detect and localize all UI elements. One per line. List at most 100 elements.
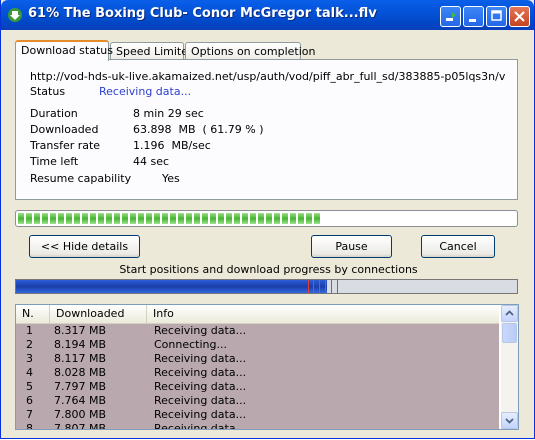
connection-row[interactable]: 7 7.800 MB Receiving data... [16, 408, 499, 422]
connections-progress-bar [15, 279, 518, 294]
maximize-button[interactable] [486, 6, 507, 27]
progress-segment [74, 213, 80, 224]
connection-row[interactable]: 4 8.028 MB Receiving data... [16, 366, 499, 380]
progress-segment [26, 213, 32, 224]
resume-capability-value: Yes [162, 172, 180, 185]
download-status-panel: http://vod-hds-uk-live.akamaized.net/usp… [15, 59, 518, 200]
progress-segment [186, 213, 192, 224]
duration-label: Duration [30, 107, 78, 120]
progress-segment [194, 213, 200, 224]
connections-progress-fill [16, 280, 327, 293]
connection-row[interactable]: 6 7.764 MB Receiving data... [16, 394, 499, 408]
progress-segment [66, 213, 72, 224]
progress-segment [298, 213, 304, 224]
connection-number: 1 [26, 324, 33, 337]
scroll-down-button[interactable] [501, 412, 518, 429]
minimize-button[interactable] [463, 6, 484, 27]
connection-number: 6 [26, 394, 33, 407]
vertical-scrollbar[interactable] [501, 305, 518, 429]
hide-details-button[interactable]: << Hide details [29, 235, 140, 258]
title-bar[interactable]: 61% The Boxing Club- Conor McGregor talk… [1, 0, 534, 30]
chevron-up-icon [505, 310, 514, 316]
connection-marker [308, 280, 309, 293]
connection-info: Receiving data... [154, 366, 247, 379]
connection-downloaded: 8.028 MB [54, 366, 107, 379]
downloaded-label: Downloaded [30, 123, 99, 136]
progress-segment [130, 213, 136, 224]
progress-segment [34, 213, 40, 224]
column-header-info[interactable]: Info [147, 305, 499, 323]
progress-segment [106, 213, 112, 224]
progress-segment [98, 213, 104, 224]
progress-segment [258, 213, 264, 224]
connections-list-header: N. Downloaded Info [16, 305, 499, 324]
progress-segment [282, 213, 288, 224]
tab-speed-limiter[interactable]: Speed Limiter [110, 42, 193, 60]
progress-segment [50, 213, 56, 224]
progress-segment [58, 213, 64, 224]
connection-info: Receiving data... [154, 422, 247, 430]
connection-row[interactable]: 5 7.797 MB Receiving data... [16, 380, 499, 394]
download-progress-fill [18, 213, 325, 224]
connection-number: 7 [26, 408, 33, 421]
progress-segment [266, 213, 272, 224]
pause-button[interactable]: Pause [311, 235, 392, 258]
connection-marker [325, 280, 326, 293]
progress-segment [178, 213, 184, 224]
progress-segment [218, 213, 224, 224]
download-url: http://vod-hds-uk-live.akamaized.net/usp… [30, 70, 505, 83]
scroll-up-button[interactable] [501, 305, 518, 322]
connection-row[interactable]: 1 8.317 MB Receiving data... [16, 324, 499, 338]
chevron-down-icon [505, 418, 514, 424]
progress-segment [146, 213, 152, 224]
connection-downloaded: 7.807 MB [54, 422, 107, 430]
connection-number: 8 [26, 422, 33, 430]
progress-segment [314, 213, 320, 224]
cancel-button[interactable]: Cancel [421, 235, 495, 258]
transfer-rate-label: Transfer rate [30, 139, 101, 152]
connection-info: Receiving data... [154, 394, 247, 407]
connection-info: Receiving data... [154, 408, 247, 421]
connection-marker [313, 280, 314, 293]
connection-number: 3 [26, 352, 33, 365]
connection-info: Receiving data... [154, 352, 247, 365]
connection-row[interactable]: 3 8.117 MB Receiving data... [16, 352, 499, 366]
tray-button[interactable] [440, 6, 461, 27]
progress-segment [210, 213, 216, 224]
progress-segment [18, 213, 24, 224]
progress-segment [82, 213, 88, 224]
connections-list[interactable]: N. Downloaded Info 1 8.317 MB Receiving da… [15, 304, 519, 430]
connection-row[interactable]: 8 7.807 MB Receiving data... [16, 422, 499, 430]
column-header-downloaded[interactable]: Downloaded [50, 305, 147, 323]
connection-downloaded: 7.797 MB [54, 380, 107, 393]
progress-segment [290, 213, 296, 224]
column-header-n[interactable]: N. [16, 305, 50, 323]
tab-download-status[interactable]: Download status [15, 40, 113, 61]
scroll-thumb[interactable] [502, 323, 517, 343]
connection-row[interactable]: 2 8.194 MB Connecting... [16, 338, 499, 352]
connections-label: Start positions and download progress by… [119, 263, 418, 276]
progress-segment [170, 213, 176, 224]
progress-segment [306, 213, 312, 224]
progress-segment [242, 213, 248, 224]
progress-segment [202, 213, 208, 224]
connection-marker [319, 280, 320, 293]
close-button[interactable] [509, 6, 530, 27]
window-title: 61% The Boxing Club- Conor McGregor talk… [28, 6, 377, 21]
status-value: Receiving data... [99, 85, 192, 98]
tab-options-on-completion[interactable]: Options on completion [185, 42, 316, 60]
progress-segment [90, 213, 96, 224]
connection-downloaded: 8.117 MB [54, 352, 107, 365]
tray-icon [446, 12, 456, 21]
downloaded-value: 63.898 MB ( 61.79 % ) [133, 123, 264, 136]
duration-value: 8 min 29 sec [133, 107, 204, 120]
resume-capability-label: Resume capability [30, 172, 132, 185]
progress-segment [122, 213, 128, 224]
download-window: 61% The Boxing Club- Conor McGregor talk… [0, 0, 535, 439]
connection-info: Receiving data... [154, 324, 247, 337]
download-progress-bar [15, 210, 518, 227]
progress-segment [138, 213, 144, 224]
progress-segment [114, 213, 120, 224]
close-icon [514, 11, 525, 22]
connection-info: Connecting... [154, 338, 227, 351]
